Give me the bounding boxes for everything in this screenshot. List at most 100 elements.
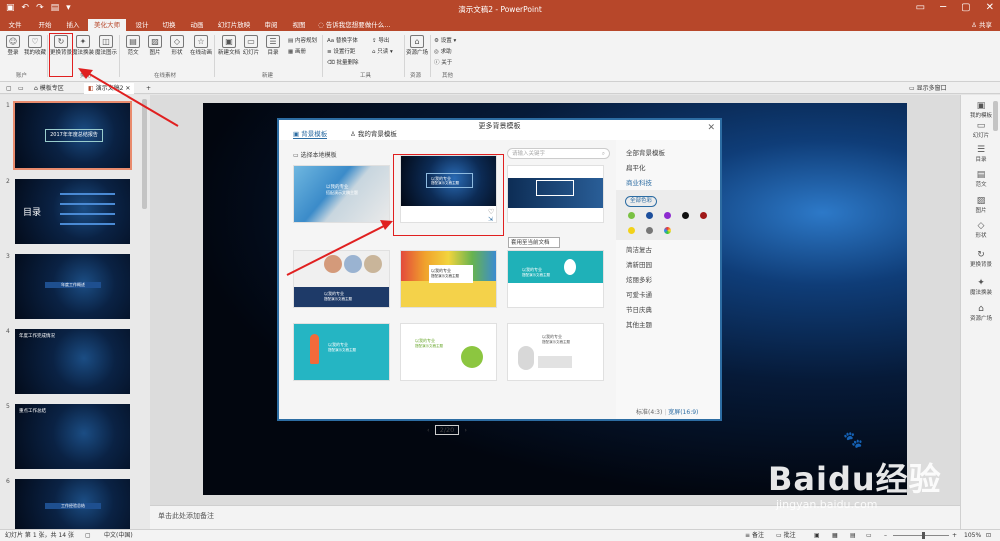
login-button[interactable]: ☺ 登录: [2, 35, 24, 57]
panel-scrollbar[interactable]: [993, 101, 998, 131]
fanwen-button[interactable]: ▤ 范文: [122, 35, 144, 57]
change-bg-panel-button[interactable]: ↻ 更换背景: [961, 250, 1000, 268]
color-swatch[interactable]: [682, 212, 689, 219]
next-page-button[interactable]: ›: [464, 426, 467, 434]
color-swatch[interactable]: [700, 212, 707, 219]
template-card[interactable]: 以我的专业 搭配演示文稿主题: [293, 323, 390, 381]
tell-me-input[interactable]: ◌ 告诉我您想要做什么...: [318, 19, 390, 31]
slide-thumbnail[interactable]: 年度工作概述: [15, 254, 130, 319]
toc-button[interactable]: ☰ 目录: [262, 35, 284, 57]
share-button[interactable]: ♙ 共享: [971, 19, 992, 31]
tab-document[interactable]: ◧ 演示文稿2 ✕: [84, 83, 135, 94]
color-swatch[interactable]: [628, 212, 635, 219]
resource-plaza-button[interactable]: ⌂ 资源广场: [406, 35, 428, 57]
reading-view-icon[interactable]: ▤: [850, 530, 856, 541]
notes-toggle[interactable]: ≡ 备注: [745, 530, 764, 541]
online-animation-button[interactable]: ☆ 在线动画: [190, 35, 212, 57]
tab-template-zone[interactable]: ⌂ 模板专区: [30, 83, 68, 94]
replace-font-label[interactable]: Aa 替换字体: [327, 36, 358, 44]
zoom-slider[interactable]: [893, 535, 949, 536]
batch-delete-button[interactable]: ⌫ 批量删除: [327, 58, 359, 66]
close-icon[interactable]: ✕: [986, 2, 994, 13]
language-indicator[interactable]: 中文(中国): [104, 530, 133, 541]
slide-thumbnail[interactable]: 目录: [15, 179, 130, 244]
album-button[interactable]: ▦ 画册: [288, 47, 306, 55]
template-card[interactable]: [507, 165, 604, 223]
tab-file[interactable]: 文件: [2, 19, 28, 31]
normal-view-icon[interactable]: ▣: [814, 530, 820, 541]
shape-panel-button[interactable]: ◇ 形状: [961, 221, 1000, 239]
sorter-view-icon[interactable]: ▦: [832, 530, 838, 541]
template-card[interactable]: 以我的专业 搭配演示文稿主题: [293, 165, 390, 223]
template-card[interactable]: 以我的专业 搭配演示文稿主题: [293, 250, 390, 308]
template-card[interactable]: 以我的专业 搭配演示文稿主题: [400, 323, 497, 381]
tab-beautify[interactable]: 美化大师: [88, 19, 126, 31]
color-swatch[interactable]: [646, 212, 653, 219]
style-retro[interactable]: 简洁复古: [626, 244, 652, 254]
ratio-wide-button[interactable]: 宽屏(16:9): [668, 409, 698, 416]
choose-local-template-button[interactable]: ▭ 选择本地模板: [293, 150, 337, 159]
set-line-spacing-button[interactable]: ≡ 设置行距: [327, 47, 355, 55]
style-cartoon[interactable]: 可爱卡通: [626, 289, 652, 299]
help-button[interactable]: ◎ 求助: [434, 47, 452, 55]
thumbnail-scrollbar[interactable]: [142, 99, 147, 209]
ratio-standard-button[interactable]: 标准(4:3): [636, 409, 662, 416]
tab-home[interactable]: 开始: [32, 19, 58, 31]
fit-window-icon[interactable]: ⊡: [986, 530, 991, 541]
close-icon[interactable]: ✕: [707, 123, 715, 133]
color-swatch[interactable]: [646, 227, 653, 234]
my-collection-button[interactable]: ♡ 我的收藏: [24, 35, 46, 57]
maximize-icon[interactable]: ▢: [961, 2, 970, 13]
color-swatch-multi[interactable]: [664, 227, 671, 234]
zoom-out-button[interactable]: –: [884, 530, 887, 541]
slide-thumbnail[interactable]: 2017年年度总结报告: [13, 101, 132, 170]
style-colorful[interactable]: 炫丽多彩: [626, 274, 652, 284]
zoom-level[interactable]: 105%: [964, 530, 981, 541]
zoom-in-button[interactable]: +: [952, 530, 957, 541]
export-button[interactable]: ⇪ 导出: [372, 36, 389, 44]
image-button[interactable]: ▨ 图片: [144, 35, 166, 57]
category-flat[interactable]: 扁平化: [626, 162, 646, 172]
color-swatch[interactable]: [628, 227, 635, 234]
show-multi-window-button[interactable]: ▭ 显示多窗口: [905, 83, 951, 94]
page-indicator[interactable]: 2/20: [434, 425, 460, 435]
template-card[interactable]: 以我的专业 搭配演示文稿主题: [400, 250, 497, 308]
tab-insert[interactable]: 插入: [60, 19, 86, 31]
image-panel-button[interactable]: ▨ 图片: [961, 196, 1000, 214]
category-all[interactable]: 全部背景模板: [626, 147, 665, 157]
slideshow-view-icon[interactable]: ▭: [866, 530, 872, 541]
content-plan-button[interactable]: ▤ 内容规划: [288, 36, 317, 44]
add-tab-button[interactable]: +: [142, 83, 155, 94]
toc-panel-button[interactable]: ☰ 目录: [961, 145, 1000, 163]
magic-change-panel-button[interactable]: ✦ 魔法换装: [961, 278, 1000, 296]
slide-thumbnail[interactable]: 重点工作总结: [15, 404, 130, 469]
tab-design[interactable]: 设计: [130, 19, 154, 31]
zoom-slider-thumb[interactable]: [922, 532, 925, 539]
spellcheck-icon[interactable]: ▢: [85, 530, 91, 541]
magic-change-button[interactable]: ✦ 魔法换装: [72, 35, 94, 57]
tab-background-templates[interactable]: ▣ 背景模板: [293, 128, 328, 139]
slide-thumbnail[interactable]: 工作经验总结: [15, 479, 130, 529]
ribbon-options-icon[interactable]: ▭: [916, 2, 925, 13]
color-swatch[interactable]: [664, 212, 671, 219]
color-all-button[interactable]: 全部色彩: [625, 196, 658, 207]
style-other[interactable]: 其他主题: [626, 319, 652, 329]
new-slide-button[interactable]: ▭ 幻灯片: [240, 35, 262, 57]
magic-diagram-button[interactable]: ◫ 魔法图示: [95, 35, 117, 57]
search-input[interactable]: 请输入关键字 ⌕: [507, 148, 610, 159]
tab-transition[interactable]: 切换: [156, 19, 182, 31]
template-card[interactable]: 以我的专业 搭配演示文稿主题: [507, 250, 604, 308]
settings-button[interactable]: ⚙ 设置 ▾: [434, 36, 456, 44]
tab-my-templates[interactable]: ♙ 我的背景模板: [350, 128, 397, 138]
slide-thumbnail[interactable]: 年度工作完成情况: [15, 329, 130, 394]
category-business[interactable]: 商业科技: [626, 177, 652, 187]
fanwen-panel-button[interactable]: ▤ 范文: [961, 170, 1000, 188]
shape-button[interactable]: ◇ 形状: [166, 35, 188, 57]
folder-icon[interactable]: ▭: [14, 83, 28, 94]
comments-toggle[interactable]: ▭ 批注: [776, 530, 796, 541]
readonly-button[interactable]: ⌂ 只读 ▾: [372, 47, 393, 55]
resource-panel-button[interactable]: ⌂ 资源广场: [961, 304, 1000, 322]
tab-view[interactable]: 视图: [286, 19, 312, 31]
prev-page-button[interactable]: ‹: [427, 426, 430, 434]
style-pastoral[interactable]: 清新田园: [626, 259, 652, 269]
